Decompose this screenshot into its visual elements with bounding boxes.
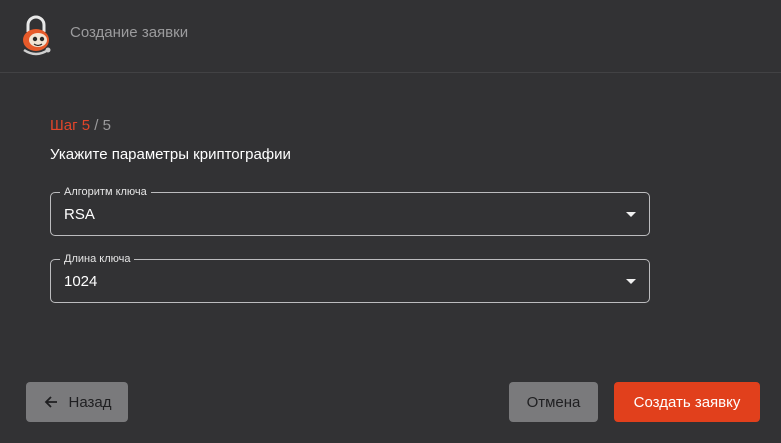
- cancel-button-label: Отмена: [526, 393, 581, 411]
- back-button-label: Назад: [68, 393, 112, 411]
- step-current: 5: [81, 117, 91, 134]
- step-total: 5: [102, 117, 111, 134]
- step-indicator: Шаг 5 / 5: [50, 117, 111, 134]
- mascot-logo-icon[interactable]: [16, 12, 56, 60]
- page-title: Создание заявки: [70, 24, 189, 41]
- app-window: Создание заявки Шаг 5 / 5 Укажите параме…: [0, 0, 781, 443]
- arrow-left-icon: [44, 396, 57, 408]
- key-algorithm-label: Алгоритм ключа: [60, 185, 151, 199]
- step-separator: /: [94, 117, 99, 134]
- form-subtitle: Укажите параметры криптографии: [50, 146, 291, 163]
- back-button[interactable]: Назад: [26, 382, 128, 422]
- caret-down-icon[interactable]: [626, 212, 636, 217]
- key-length-select[interactable]: Длина ключа 1024: [50, 252, 650, 303]
- create-request-button-label: Создать заявку: [633, 393, 741, 411]
- key-length-value: 1024: [64, 273, 98, 290]
- app-header: Создание заявки: [0, 0, 781, 73]
- step-label: Шаг: [50, 117, 78, 134]
- caret-down-icon[interactable]: [626, 279, 636, 284]
- create-request-button[interactable]: Создать заявку: [614, 382, 760, 422]
- key-length-label: Длина ключа: [60, 252, 135, 266]
- key-algorithm-select[interactable]: Алгоритм ключа RSA: [50, 185, 650, 236]
- key-algorithm-value: RSA: [64, 206, 95, 223]
- cancel-button[interactable]: Отмена: [509, 382, 598, 422]
